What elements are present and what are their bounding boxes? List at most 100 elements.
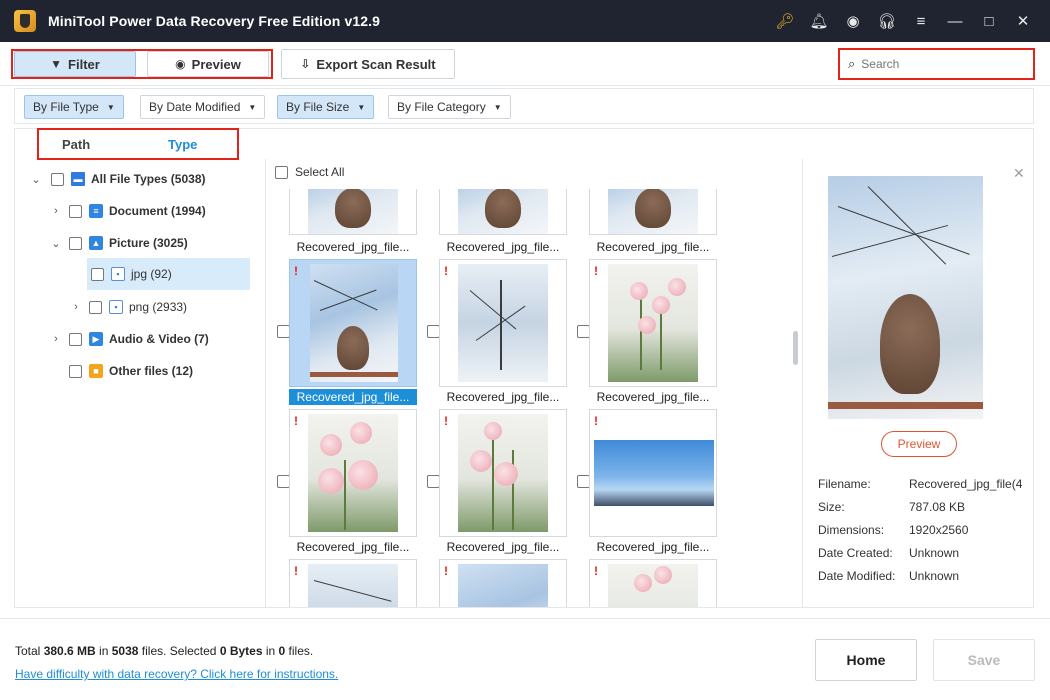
select-all-checkbox[interactable] <box>275 165 288 179</box>
meta-value-dimensions: 1920x2560 <box>909 523 969 537</box>
thumbnail[interactable]: ! <box>439 559 567 607</box>
preview-button-label: Preview <box>191 56 241 72</box>
rose-shape <box>638 316 656 334</box>
window-controls: 🔑︎ 🔔︎ ◉ 🎧︎ ≡ — □ ✕ <box>768 0 1040 42</box>
by-file-size-dropdown[interactable]: By File Size ▼ <box>277 95 375 119</box>
rose-shape <box>348 460 378 490</box>
main-panel: Path Type ⌄ ▬ All File Types (5038) › ≡ … <box>14 128 1034 608</box>
thumbnail[interactable] <box>289 189 417 235</box>
chevron-right-icon[interactable]: › <box>69 301 83 313</box>
by-file-type-label: By File Type <box>33 100 99 114</box>
tree-checkbox[interactable] <box>91 267 104 281</box>
tree-item-label: All File Types (5038) <box>91 172 206 186</box>
thumbnail[interactable]: ! <box>439 409 567 537</box>
tree-checkbox[interactable] <box>89 300 102 314</box>
tree-checkbox[interactable] <box>51 172 64 186</box>
thumbnail[interactable] <box>589 189 717 235</box>
grid-scrollbar[interactable] <box>793 331 798 365</box>
thumbnail[interactable]: ! <box>289 559 417 607</box>
help-link[interactable]: Have difficulty with data recovery? Clic… <box>15 667 338 681</box>
close-icon[interactable]: ✕ <box>1013 165 1025 182</box>
home-button[interactable]: Home <box>815 639 917 681</box>
thumbnail-caption: Recovered_jpg_file... <box>296 240 410 254</box>
tree-item-document[interactable]: › ≡ Document (1994) <box>49 195 259 227</box>
chevron-down-icon[interactable]: ⌄ <box>49 237 63 250</box>
tree-checkbox[interactable] <box>69 236 82 250</box>
thumbnail[interactable]: ! <box>439 259 567 387</box>
bell-icon[interactable]: 🔔︎ <box>802 0 836 42</box>
chevron-right-icon[interactable]: › <box>49 205 63 217</box>
thumbnail[interactable]: ! <box>289 259 417 387</box>
thumbnail-image <box>458 264 548 382</box>
footer: Total 380.6 MB in 5038 files. Selected 0… <box>0 618 1050 700</box>
monkey-shape <box>335 189 371 228</box>
thumbnail-caption: Recovered_jpg_file... <box>596 240 710 254</box>
stem-shape <box>492 440 494 530</box>
tree-item-png[interactable]: › ▪ png (2933) <box>69 291 259 323</box>
thumbnail-caption: Recovered_jpg_file... <box>446 390 560 404</box>
tree-item-all-file-types[interactable]: ⌄ ▬ All File Types (5038) <box>29 163 259 195</box>
app-logo-icon <box>14 10 36 32</box>
tab-path[interactable]: Path <box>62 137 90 152</box>
filter-button[interactable]: ▼ Filter <box>14 51 136 77</box>
meta-label-filename: Filename: <box>818 477 871 491</box>
thumbnail-image <box>458 564 548 607</box>
scan-summary: Total 380.6 MB in 5038 files. Selected 0… <box>15 644 313 658</box>
by-file-category-dropdown[interactable]: By File Category ▼ <box>388 95 511 119</box>
total-size: 380.6 MB <box>43 644 96 658</box>
menu-icon[interactable]: ≡ <box>904 0 938 42</box>
disc-icon[interactable]: ◉ <box>836 0 870 42</box>
selected-size: 0 Bytes <box>219 644 263 658</box>
preview-button[interactable]: ◉ Preview <box>147 51 269 77</box>
rose-shape <box>668 278 686 296</box>
thumbnail-caption: Recovered_jpg_file... <box>296 540 410 554</box>
select-all[interactable]: Select All <box>275 165 344 179</box>
thumbnail[interactable]: ! <box>589 409 717 537</box>
rail-shape <box>828 402 983 409</box>
chevron-right-icon[interactable]: › <box>49 333 63 345</box>
key-icon[interactable]: 🔑︎ <box>768 0 802 42</box>
export-scan-result-button[interactable]: ⇩ Export Scan Result <box>281 49 455 79</box>
tree-item-jpg[interactable]: ▪ jpg (92) <box>87 258 250 290</box>
chevron-down-icon[interactable]: ⌄ <box>29 173 43 186</box>
tree-item-other-files[interactable]: ■ Other files (12) <box>69 355 259 387</box>
thumbnail[interactable] <box>439 189 567 235</box>
preview-file-button[interactable]: Preview <box>881 431 957 457</box>
divider <box>265 159 266 607</box>
thumbnail[interactable]: ! <box>289 409 417 537</box>
filter-button-label: Filter <box>68 56 100 72</box>
thumbnail[interactable]: ! <box>589 259 717 387</box>
tree-item-picture[interactable]: ⌄ ▲ Picture (3025) <box>49 227 259 259</box>
headset-icon[interactable]: 🎧︎ <box>870 0 904 42</box>
tree-item-audio-video[interactable]: › ▶ Audio & Video (7) <box>49 323 259 355</box>
monkey-shape <box>337 326 369 370</box>
tree-checkbox[interactable] <box>69 364 82 378</box>
file-icon: ▪ <box>109 300 123 314</box>
tree-item-label: png (2933) <box>129 300 188 314</box>
tree-checkbox[interactable] <box>69 332 82 346</box>
thumbnail-caption: Recovered_jpg_file... <box>446 540 560 554</box>
total-files: 5038 <box>111 644 139 658</box>
warning-icon: ! <box>444 414 448 428</box>
warning-icon: ! <box>444 264 448 278</box>
warning-icon: ! <box>294 414 298 428</box>
tree-item-label: Document (1994) <box>109 204 206 218</box>
filter-icon: ▼ <box>50 57 63 71</box>
rose-shape <box>494 462 518 486</box>
warning-icon: ! <box>594 414 598 428</box>
thumbnail-image <box>308 564 398 607</box>
by-file-type-dropdown[interactable]: By File Type ▼ <box>24 95 124 119</box>
search-input[interactable] <box>861 57 1012 71</box>
tab-type[interactable]: Type <box>168 137 197 152</box>
meta-value-filename: Recovered_jpg_file(4 <box>909 477 1023 491</box>
close-icon[interactable]: ✕ <box>1006 0 1040 42</box>
maximize-icon[interactable]: □ <box>972 0 1006 42</box>
tree-item-label: Picture (3025) <box>109 236 188 250</box>
save-button[interactable]: Save <box>933 639 1035 681</box>
by-date-modified-dropdown[interactable]: By Date Modified ▼ <box>140 95 266 119</box>
minimize-icon[interactable]: — <box>938 0 972 42</box>
meta-label-size: Size: <box>818 500 845 514</box>
export-button-label: Export Scan Result <box>316 56 436 72</box>
tree-checkbox[interactable] <box>69 204 82 218</box>
thumbnail[interactable]: ! <box>589 559 717 607</box>
